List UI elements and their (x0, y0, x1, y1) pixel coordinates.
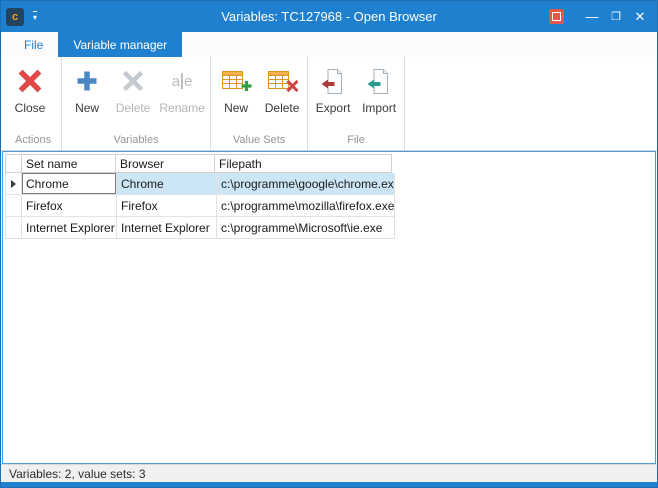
minimize-button[interactable]: — (580, 5, 604, 29)
close-button[interactable]: Close (7, 57, 53, 114)
cell-set-name[interactable]: Firefox (22, 195, 117, 217)
maximize-button[interactable]: ❐ (604, 5, 628, 29)
grid-header-browser[interactable]: Browser (115, 154, 215, 173)
cell-browser[interactable]: Internet Explorer (117, 217, 217, 239)
new-variable-label: New (75, 102, 99, 114)
grid-header-filepath[interactable]: Filepath (214, 154, 392, 173)
export-label: Export (316, 102, 351, 114)
ribbon-group-variables: New Delete ae Rename Vari (62, 57, 211, 150)
cell-set-name[interactable]: Internet Explorer (22, 217, 117, 239)
delete-x-icon (122, 65, 144, 97)
cell-filepath[interactable]: c:\programme\google\chrome.exe (217, 173, 395, 195)
grid-header-indicator (5, 154, 22, 173)
ribbon-group-value-sets: New Delete Value Sets (211, 57, 308, 150)
rename-variable-button[interactable]: ae Rename (156, 57, 208, 114)
ribbon-group-actions: Close Actions (5, 57, 62, 150)
delete-value-set-button[interactable]: Delete (259, 57, 305, 114)
table-delete-icon (267, 65, 298, 97)
record-indicator-icon[interactable] (549, 9, 564, 24)
app-icon[interactable]: c (6, 8, 24, 26)
import-label: Import (362, 102, 396, 114)
window-bottom-accent (1, 482, 657, 487)
close-button-label: Close (15, 102, 46, 114)
cell-filepath[interactable]: c:\programme\mozilla\firefox.exe (217, 195, 395, 217)
export-icon (320, 65, 346, 97)
cell-filepath[interactable]: c:\programme\Microsoft\ie.exe (217, 217, 395, 239)
status-bar: Variables: 2, value sets: 3 (1, 464, 657, 482)
row-indicator-cell (5, 195, 22, 217)
quick-access-caret-icon[interactable]: ▾ (33, 11, 37, 22)
new-variable-button[interactable]: New (64, 57, 110, 114)
variable-grid-area: Set name Browser Filepath Chrome Chrome … (2, 151, 656, 464)
table-row: Chrome Chrome c:\programme\google\chrome… (5, 173, 395, 195)
rename-variable-label: Rename (159, 102, 204, 114)
ribbon-tab-row: File Variable manager (1, 32, 657, 57)
delete-value-set-label: Delete (265, 102, 300, 114)
row-indicator-cell (5, 217, 22, 239)
close-icon (17, 65, 43, 97)
tab-file[interactable]: File (9, 32, 58, 57)
plus-icon (74, 65, 100, 97)
variables-grid: Set name Browser Filepath Chrome Chrome … (5, 154, 395, 239)
delete-variable-label: Delete (116, 102, 151, 114)
cell-browser[interactable]: Firefox (117, 195, 217, 217)
group-label-variables: Variables (64, 132, 208, 150)
group-label-value-sets: Value Sets (213, 132, 305, 150)
ribbon-group-file: Export Import File (308, 57, 405, 150)
import-icon (366, 65, 392, 97)
close-window-button[interactable]: ✕ (628, 5, 652, 29)
rename-icon: ae (172, 65, 193, 97)
group-label-actions: Actions (7, 132, 59, 150)
cell-browser[interactable]: Chrome (117, 173, 217, 195)
table-row: Firefox Firefox c:\programme\mozilla\fir… (5, 195, 395, 217)
group-label-file: File (310, 132, 402, 150)
table-row: Internet Explorer Internet Explorer c:\p… (5, 217, 395, 239)
ribbon: Close Actions New (1, 57, 657, 151)
table-plus-icon (221, 65, 252, 97)
new-value-set-button[interactable]: New (213, 57, 259, 114)
grid-header-set-name[interactable]: Set name (21, 154, 116, 173)
status-text: Variables: 2, value sets: 3 (9, 467, 146, 481)
app-window: c ▾ Variables: TC127968 - Open Browser —… (0, 0, 658, 488)
tab-variable-manager[interactable]: Variable manager (58, 32, 182, 57)
row-indicator-cell (5, 173, 22, 195)
grid-header-row: Set name Browser Filepath (5, 154, 395, 173)
current-row-arrow-icon (11, 180, 16, 188)
new-value-set-label: New (224, 102, 248, 114)
delete-variable-button[interactable]: Delete (110, 57, 156, 114)
export-button[interactable]: Export (310, 57, 356, 114)
import-button[interactable]: Import (356, 57, 402, 114)
cell-set-name[interactable]: Chrome (22, 173, 117, 195)
titlebar: c ▾ Variables: TC127968 - Open Browser —… (1, 1, 657, 32)
